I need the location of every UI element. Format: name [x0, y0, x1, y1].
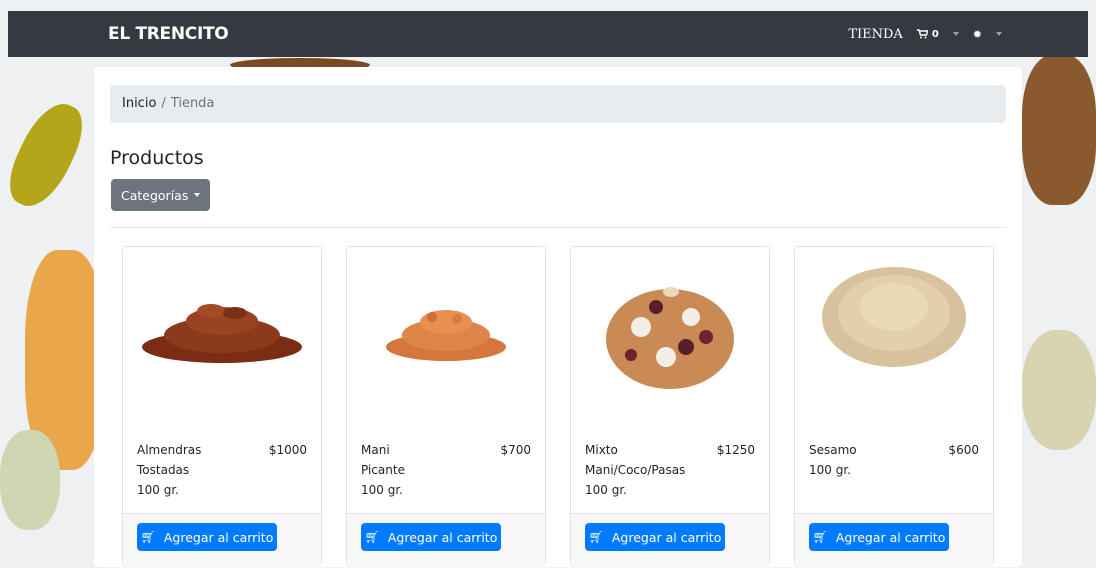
- add-to-cart-label: Agregar al carrito: [611, 529, 722, 545]
- card-footer: 🛒︎ Agregar al carrito: [123, 513, 321, 568]
- add-to-cart-button[interactable]: 🛒︎ Agregar al carrito: [361, 523, 501, 551]
- cart-icon: 🛒︎: [364, 530, 380, 544]
- cart-icon: 🛒︎: [812, 530, 828, 544]
- categories-dropdown-button[interactable]: Categorías: [111, 179, 211, 211]
- gear-icon[interactable]: ✹: [973, 28, 982, 41]
- sesame-image[interactable]: [795, 247, 993, 427]
- card-footer: 🛒︎ Agregar al carrito: [347, 513, 545, 568]
- cart-dropdown[interactable]: 0: [916, 28, 939, 40]
- product-card: Mani Picante 100 gr. $700 🛒︎ Agregar al …: [346, 246, 546, 568]
- nav-link-shop[interactable]: TIENDA: [848, 27, 902, 42]
- product-weight: 100 gr.: [137, 483, 179, 497]
- product-price: $1250: [716, 443, 755, 457]
- product-name-line2: Mani/Coco/Pasas: [585, 463, 686, 477]
- cart-icon: [916, 29, 928, 39]
- brand-logo[interactable]: EL TRENCITO: [108, 11, 229, 57]
- cart-icon: 🛒︎: [588, 530, 604, 544]
- product-name[interactable]: Almendras Tostadas 100 gr.: [137, 440, 237, 500]
- top-navbar: EL TRENCITO TIENDA 0 ✹: [8, 11, 1088, 57]
- add-to-cart-label: Agregar al carrito: [163, 529, 274, 545]
- breadcrumb-separator: /: [161, 96, 166, 111]
- product-card: Sesamo 100 gr. $600 🛒︎ Agregar al carrit…: [794, 246, 994, 568]
- product-name[interactable]: Mixto Mani/Coco/Pasas 100 gr.: [585, 440, 685, 500]
- main-container: Inicio / Tienda Productos Categorías Almen…: [94, 67, 1022, 568]
- cart-caret-icon[interactable]: [952, 32, 959, 36]
- breadcrumb-home[interactable]: Inicio: [122, 96, 156, 111]
- peanuts-image[interactable]: [347, 247, 545, 427]
- settings-caret-icon[interactable]: [996, 32, 1002, 36]
- product-name-line1: Sesamo: [809, 443, 857, 457]
- page-title: Productos: [110, 147, 204, 169]
- product-name-line2: Picante: [361, 463, 405, 477]
- product-price: $600: [948, 443, 979, 457]
- product-weight: 100 gr.: [585, 483, 627, 497]
- product-weight: 100 gr.: [361, 483, 403, 497]
- card-footer: 🛒︎ Agregar al carrito: [571, 513, 769, 568]
- product-price: $700: [500, 443, 531, 457]
- product-name-line2: Tostadas: [137, 463, 190, 477]
- product-name[interactable]: Mani Picante 100 gr.: [361, 440, 461, 500]
- add-to-cart-button[interactable]: 🛒︎ Agregar al carrito: [137, 523, 277, 551]
- product-name-line1: Mani: [361, 443, 390, 457]
- categories-label: Categorías: [121, 187, 189, 203]
- add-to-cart-label: Agregar al carrito: [387, 529, 498, 545]
- breadcrumb-current: Tienda: [170, 96, 215, 111]
- navbar-right: TIENDA 0 ✹: [848, 11, 1002, 57]
- divider: [110, 227, 1006, 228]
- product-card: Almendras Tostadas 100 gr. $1000 🛒︎ Agre…: [122, 246, 322, 568]
- add-to-cart-button[interactable]: 🛒︎ Agregar al carrito: [809, 523, 949, 551]
- breadcrumb: Inicio / Tienda: [110, 85, 1006, 123]
- chevron-down-icon: [194, 193, 201, 197]
- product-price: $1000: [268, 443, 307, 457]
- product-name-line2: 100 gr.: [809, 463, 851, 477]
- card-footer: 🛒︎ Agregar al carrito: [795, 513, 993, 568]
- mixed-nuts-image[interactable]: [571, 247, 769, 427]
- almonds-image[interactable]: [123, 247, 321, 427]
- product-name[interactable]: Sesamo 100 gr.: [809, 440, 909, 480]
- product-card: Mixto Mani/Coco/Pasas 100 gr. $1250 🛒︎ A…: [570, 246, 770, 568]
- product-name-line1: Almendras: [137, 443, 202, 457]
- add-to-cart-label: Agregar al carrito: [835, 529, 946, 545]
- cart-count: 0: [931, 28, 939, 40]
- add-to-cart-button[interactable]: 🛒︎ Agregar al carrito: [585, 523, 725, 551]
- product-name-line1: Mixto: [585, 443, 618, 457]
- cart-icon: 🛒︎: [140, 530, 156, 544]
